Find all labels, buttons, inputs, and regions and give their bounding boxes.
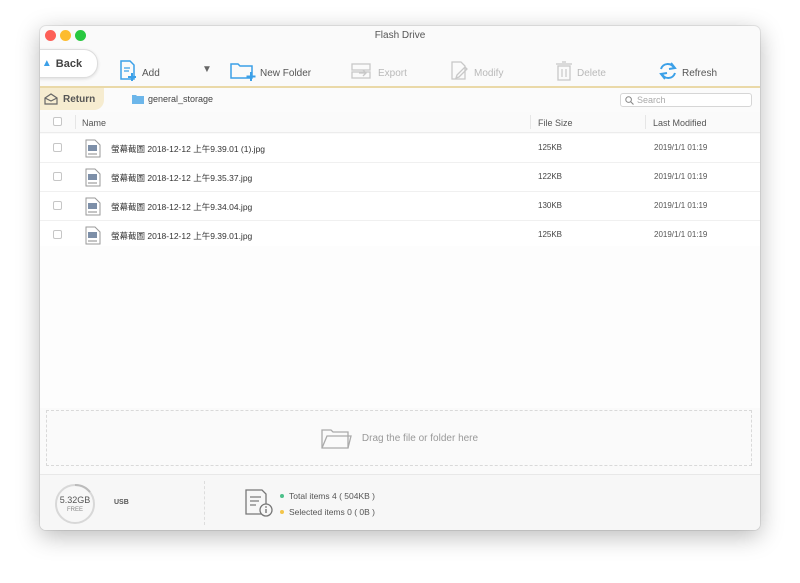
refresh-label: Refresh <box>682 68 718 79</box>
file-size: 122KB <box>538 172 563 181</box>
file-size: 130KB <box>538 201 563 210</box>
row-checkbox[interactable] <box>53 143 62 152</box>
selected-items-text: Selected items 0 ( 0B ) <box>289 507 375 517</box>
back-arrow-icon: ▲ <box>41 58 52 69</box>
table-row[interactable]: 螢幕截圖 2018-12-12 上午9.35.37.jpg 122KB 2019… <box>40 163 760 192</box>
table-header: Name File Size Last Modified <box>40 112 760 133</box>
free-space-value: 5.32GB <box>59 495 91 505</box>
file-size: 125KB <box>538 230 563 239</box>
return-button[interactable]: Return <box>40 88 104 110</box>
breadcrumb[interactable]: general_storage <box>132 94 213 104</box>
toolbar: ▲ Back Add ▼ New Folder Export Modify De… <box>40 46 760 86</box>
file-list-empty-area[interactable] <box>40 246 760 408</box>
file-modified: 2019/1/1 01:19 <box>654 230 708 239</box>
delete-label: Delete <box>577 68 606 79</box>
path-bar: Return general_storage <box>40 86 760 112</box>
back-label: Back <box>55 57 83 70</box>
row-checkbox[interactable] <box>53 201 62 210</box>
add-dropdown-icon[interactable]: ▼ <box>202 64 212 75</box>
new-folder-icon <box>230 63 256 81</box>
file-size: 125KB <box>538 143 563 152</box>
breadcrumb-folder-name: general_storage <box>148 94 214 104</box>
file-modified: 2019/1/1 01:19 <box>654 172 708 181</box>
file-name: 螢幕截圖 2018-12-12 上午9.34.04.jpg <box>111 202 253 212</box>
drop-folder-icon <box>321 429 352 449</box>
export-label: Export <box>378 68 407 79</box>
file-modified: 2019/1/1 01:19 <box>654 201 708 210</box>
select-all-checkbox[interactable] <box>53 117 62 126</box>
table-row[interactable]: 螢幕截圖 2018-12-12 上午9.39.01 (1).jpg 125KB … <box>40 134 760 163</box>
file-name: 螢幕截圖 2018-12-12 上午9.35.37.jpg <box>111 173 253 183</box>
modify-icon <box>451 61 468 80</box>
export-button[interactable]: Export <box>350 54 407 82</box>
refresh-icon <box>659 62 677 80</box>
device-type-label: USB <box>114 499 129 506</box>
search-icon <box>625 95 634 105</box>
file-modified: 2019/1/1 01:19 <box>654 143 708 152</box>
drop-zone[interactable]: Drag the file or folder here <box>46 410 752 466</box>
column-header-file-size[interactable]: File Size <box>538 118 573 128</box>
total-items-text: Total items 4 ( 504KB ) <box>289 491 375 501</box>
file-list: 螢幕截圖 2018-12-12 上午9.39.01 (1).jpg 125KB … <box>40 134 760 250</box>
selected-items-stat: Selected items 0 ( 0B ) <box>280 507 375 517</box>
file-icon <box>85 197 101 216</box>
selected-items-dot <box>280 510 284 514</box>
column-divider <box>645 115 646 129</box>
drop-zone-text: Drag the file or folder here <box>361 432 479 444</box>
file-name: 螢幕截圖 2018-12-12 上午9.39.01.jpg <box>111 231 253 241</box>
window-title: Flash Drive <box>374 30 426 41</box>
file-icon <box>85 226 101 245</box>
delete-icon <box>556 61 572 81</box>
return-icon <box>44 93 58 105</box>
add-file-icon <box>120 60 136 81</box>
new-folder-label: New Folder <box>260 68 312 79</box>
column-header-last-modified[interactable]: Last Modified <box>653 118 707 128</box>
modify-label: Modify <box>474 68 504 79</box>
delete-button[interactable]: Delete <box>555 54 606 82</box>
free-space-label: FREE <box>66 507 83 513</box>
free-space-gauge: 5.32GB FREE <box>54 483 96 525</box>
column-divider <box>75 115 76 129</box>
file-icon <box>85 168 101 187</box>
status-bar: 5.32GB FREE USB Total items 4 ( 504KB ) … <box>40 474 760 530</box>
file-name: 螢幕截圖 2018-12-12 上午9.39.01 (1).jpg <box>111 144 266 154</box>
add-button[interactable]: Add <box>118 54 160 82</box>
total-items-stat: Total items 4 ( 504KB ) <box>280 491 375 501</box>
status-divider <box>204 481 205 525</box>
title-bar: Flash Drive <box>40 26 760 46</box>
total-items-dot <box>280 494 284 498</box>
app-window: Flash Drive ▲ Back Add ▼ New Folder Expo… <box>40 26 760 530</box>
export-icon <box>351 63 371 79</box>
file-icon <box>85 139 101 158</box>
row-checkbox[interactable] <box>53 230 62 239</box>
refresh-button[interactable]: Refresh <box>658 54 717 82</box>
back-button[interactable]: ▲ Back <box>40 49 98 78</box>
column-header-name[interactable]: Name <box>82 118 106 128</box>
add-label: Add <box>142 68 160 79</box>
folder-icon <box>132 95 144 104</box>
new-folder-button[interactable]: New Folder <box>230 54 311 82</box>
search-box[interactable] <box>620 93 752 107</box>
row-checkbox[interactable] <box>53 172 62 181</box>
table-row[interactable]: 螢幕截圖 2018-12-12 上午9.34.04.jpg 130KB 2019… <box>40 192 760 221</box>
search-input[interactable] <box>637 95 747 105</box>
modify-button[interactable]: Modify <box>450 54 503 82</box>
column-divider <box>530 115 531 129</box>
info-icon <box>245 489 273 517</box>
return-label: Return <box>63 93 96 105</box>
